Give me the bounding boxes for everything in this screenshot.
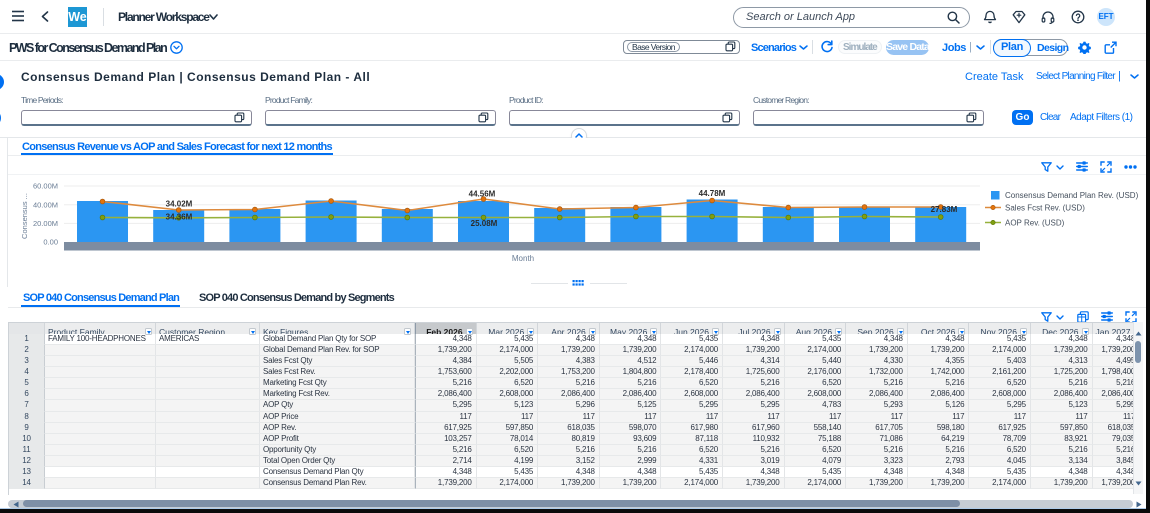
svg-text:AOP Rev. (USD): AOP Rev. (USD) bbox=[1005, 218, 1065, 227]
svg-text:0.00: 0.00 bbox=[43, 238, 58, 247]
svg-text:60.00M: 60.00M bbox=[33, 182, 58, 191]
svg-text:Month: Month bbox=[512, 254, 534, 263]
svg-text:25.08M: 25.08M bbox=[471, 219, 498, 228]
svg-text:44.78M: 44.78M bbox=[699, 189, 726, 198]
svg-text:34.02M: 34.02M bbox=[166, 200, 193, 209]
svg-text:20.00M: 20.00M bbox=[33, 219, 58, 228]
svg-text:27.83M: 27.83M bbox=[931, 205, 958, 214]
svg-text:34.36M: 34.36M bbox=[166, 213, 193, 222]
svg-text:Consensus Demand Plan Rev. (US: Consensus Demand Plan Rev. (USD) bbox=[1005, 191, 1139, 200]
svg-text:44.56M: 44.56M bbox=[469, 190, 496, 199]
svg-text:Sales Fcst Rev. (USD): Sales Fcst Rev. (USD) bbox=[1005, 203, 1085, 212]
svg-text:Consensus ...: Consensus ... bbox=[20, 193, 29, 239]
svg-text:40.00M: 40.00M bbox=[33, 200, 58, 209]
